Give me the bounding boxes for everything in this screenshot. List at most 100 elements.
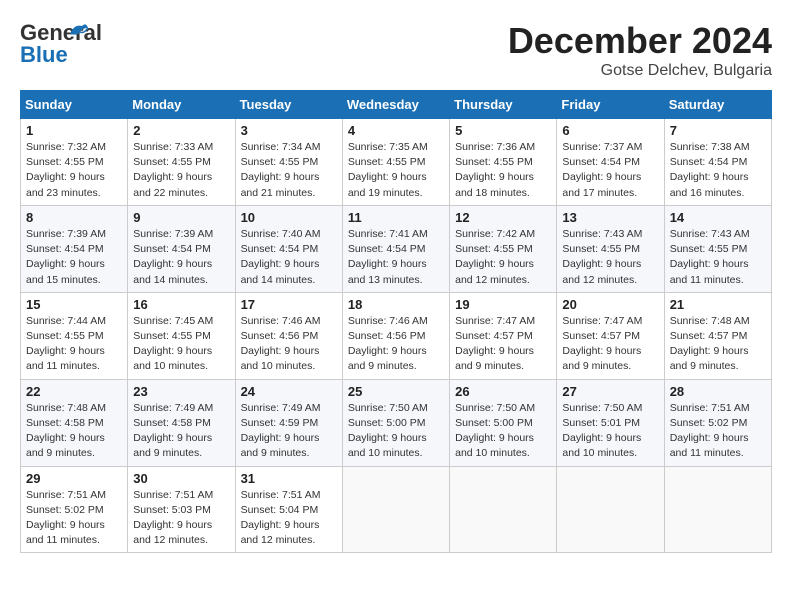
day-info: Sunrise: 7:42 AMSunset: 4:55 PMDaylight:… <box>455 228 535 286</box>
table-row: 15 Sunrise: 7:44 AMSunset: 4:55 PMDaylig… <box>21 292 128 379</box>
day-number: 24 <box>241 384 337 399</box>
day-number: 15 <box>26 297 122 312</box>
day-number: 28 <box>670 384 766 399</box>
table-row: 18 Sunrise: 7:46 AMSunset: 4:56 PMDaylig… <box>342 292 449 379</box>
table-row: 27 Sunrise: 7:50 AMSunset: 5:01 PMDaylig… <box>557 379 664 466</box>
table-row <box>557 466 664 553</box>
table-row: 1 Sunrise: 7:32 AMSunset: 4:55 PMDayligh… <box>21 119 128 206</box>
table-row: 7 Sunrise: 7:38 AMSunset: 4:54 PMDayligh… <box>664 119 771 206</box>
table-row: 12 Sunrise: 7:42 AMSunset: 4:55 PMDaylig… <box>450 205 557 292</box>
table-row: 13 Sunrise: 7:43 AMSunset: 4:55 PMDaylig… <box>557 205 664 292</box>
day-info: Sunrise: 7:51 AMSunset: 5:04 PMDaylight:… <box>241 489 321 547</box>
day-number: 1 <box>26 123 122 138</box>
day-info: Sunrise: 7:33 AMSunset: 4:55 PMDaylight:… <box>133 141 213 199</box>
day-info: Sunrise: 7:38 AMSunset: 4:54 PMDaylight:… <box>670 141 750 199</box>
day-info: Sunrise: 7:51 AMSunset: 5:02 PMDaylight:… <box>670 402 750 460</box>
day-number: 30 <box>133 471 229 486</box>
day-info: Sunrise: 7:34 AMSunset: 4:55 PMDaylight:… <box>241 141 321 199</box>
day-number: 31 <box>241 471 337 486</box>
day-number: 11 <box>348 210 444 225</box>
day-number: 22 <box>26 384 122 399</box>
day-number: 29 <box>26 471 122 486</box>
day-info: Sunrise: 7:35 AMSunset: 4:55 PMDaylight:… <box>348 141 428 199</box>
table-row: 14 Sunrise: 7:43 AMSunset: 4:55 PMDaylig… <box>664 205 771 292</box>
day-number: 12 <box>455 210 551 225</box>
day-info: Sunrise: 7:48 AMSunset: 4:58 PMDaylight:… <box>26 402 106 460</box>
header-tuesday: Tuesday <box>235 91 342 119</box>
title-area: December 2024 Gotse Delchev, Bulgaria <box>508 20 772 80</box>
day-info: Sunrise: 7:48 AMSunset: 4:57 PMDaylight:… <box>670 315 750 373</box>
table-row: 16 Sunrise: 7:45 AMSunset: 4:55 PMDaylig… <box>128 292 235 379</box>
day-number: 13 <box>562 210 658 225</box>
day-number: 23 <box>133 384 229 399</box>
table-row: 4 Sunrise: 7:35 AMSunset: 4:55 PMDayligh… <box>342 119 449 206</box>
table-row: 8 Sunrise: 7:39 AMSunset: 4:54 PMDayligh… <box>21 205 128 292</box>
logo: General Blue <box>20 20 70 62</box>
logo-blue-text: Blue <box>20 42 68 68</box>
table-row: 20 Sunrise: 7:47 AMSunset: 4:57 PMDaylig… <box>557 292 664 379</box>
calendar-week-row: 29 Sunrise: 7:51 AMSunset: 5:02 PMDaylig… <box>21 466 772 553</box>
day-info: Sunrise: 7:39 AMSunset: 4:54 PMDaylight:… <box>133 228 213 286</box>
day-number: 21 <box>670 297 766 312</box>
header: General Blue December 2024 Gotse Delchev… <box>20 20 772 80</box>
day-info: Sunrise: 7:44 AMSunset: 4:55 PMDaylight:… <box>26 315 106 373</box>
day-number: 6 <box>562 123 658 138</box>
table-row: 30 Sunrise: 7:51 AMSunset: 5:03 PMDaylig… <box>128 466 235 553</box>
table-row: 10 Sunrise: 7:40 AMSunset: 4:54 PMDaylig… <box>235 205 342 292</box>
table-row: 2 Sunrise: 7:33 AMSunset: 4:55 PMDayligh… <box>128 119 235 206</box>
table-row: 21 Sunrise: 7:48 AMSunset: 4:57 PMDaylig… <box>664 292 771 379</box>
day-number: 5 <box>455 123 551 138</box>
day-info: Sunrise: 7:47 AMSunset: 4:57 PMDaylight:… <box>562 315 642 373</box>
header-monday: Monday <box>128 91 235 119</box>
table-row: 6 Sunrise: 7:37 AMSunset: 4:54 PMDayligh… <box>557 119 664 206</box>
day-info: Sunrise: 7:41 AMSunset: 4:54 PMDaylight:… <box>348 228 428 286</box>
table-row: 17 Sunrise: 7:46 AMSunset: 4:56 PMDaylig… <box>235 292 342 379</box>
month-title: December 2024 <box>508 20 772 62</box>
day-info: Sunrise: 7:50 AMSunset: 5:01 PMDaylight:… <box>562 402 642 460</box>
day-info: Sunrise: 7:47 AMSunset: 4:57 PMDaylight:… <box>455 315 535 373</box>
table-row: 23 Sunrise: 7:49 AMSunset: 4:58 PMDaylig… <box>128 379 235 466</box>
day-number: 4 <box>348 123 444 138</box>
calendar-week-row: 8 Sunrise: 7:39 AMSunset: 4:54 PMDayligh… <box>21 205 772 292</box>
day-number: 9 <box>133 210 229 225</box>
table-row: 31 Sunrise: 7:51 AMSunset: 5:04 PMDaylig… <box>235 466 342 553</box>
table-row <box>664 466 771 553</box>
day-number: 27 <box>562 384 658 399</box>
day-number: 26 <box>455 384 551 399</box>
day-info: Sunrise: 7:50 AMSunset: 5:00 PMDaylight:… <box>455 402 535 460</box>
day-number: 17 <box>241 297 337 312</box>
table-row: 24 Sunrise: 7:49 AMSunset: 4:59 PMDaylig… <box>235 379 342 466</box>
table-row: 19 Sunrise: 7:47 AMSunset: 4:57 PMDaylig… <box>450 292 557 379</box>
header-friday: Friday <box>557 91 664 119</box>
table-row: 22 Sunrise: 7:48 AMSunset: 4:58 PMDaylig… <box>21 379 128 466</box>
calendar-table: Sunday Monday Tuesday Wednesday Thursday… <box>20 90 772 553</box>
header-sunday: Sunday <box>21 91 128 119</box>
day-number: 16 <box>133 297 229 312</box>
day-info: Sunrise: 7:51 AMSunset: 5:03 PMDaylight:… <box>133 489 213 547</box>
table-row: 25 Sunrise: 7:50 AMSunset: 5:00 PMDaylig… <box>342 379 449 466</box>
calendar-week-row: 1 Sunrise: 7:32 AMSunset: 4:55 PMDayligh… <box>21 119 772 206</box>
day-info: Sunrise: 7:32 AMSunset: 4:55 PMDaylight:… <box>26 141 106 199</box>
table-row <box>342 466 449 553</box>
day-info: Sunrise: 7:49 AMSunset: 4:59 PMDaylight:… <box>241 402 321 460</box>
day-info: Sunrise: 7:51 AMSunset: 5:02 PMDaylight:… <box>26 489 106 547</box>
table-row: 28 Sunrise: 7:51 AMSunset: 5:02 PMDaylig… <box>664 379 771 466</box>
header-thursday: Thursday <box>450 91 557 119</box>
day-number: 3 <box>241 123 337 138</box>
day-info: Sunrise: 7:43 AMSunset: 4:55 PMDaylight:… <box>562 228 642 286</box>
table-row: 9 Sunrise: 7:39 AMSunset: 4:54 PMDayligh… <box>128 205 235 292</box>
day-info: Sunrise: 7:39 AMSunset: 4:54 PMDaylight:… <box>26 228 106 286</box>
day-number: 14 <box>670 210 766 225</box>
day-info: Sunrise: 7:46 AMSunset: 4:56 PMDaylight:… <box>348 315 428 373</box>
day-info: Sunrise: 7:40 AMSunset: 4:54 PMDaylight:… <box>241 228 321 286</box>
day-info: Sunrise: 7:50 AMSunset: 5:00 PMDaylight:… <box>348 402 428 460</box>
table-row: 29 Sunrise: 7:51 AMSunset: 5:02 PMDaylig… <box>21 466 128 553</box>
day-number: 2 <box>133 123 229 138</box>
day-info: Sunrise: 7:37 AMSunset: 4:54 PMDaylight:… <box>562 141 642 199</box>
day-info: Sunrise: 7:43 AMSunset: 4:55 PMDaylight:… <box>670 228 750 286</box>
header-saturday: Saturday <box>664 91 771 119</box>
day-info: Sunrise: 7:46 AMSunset: 4:56 PMDaylight:… <box>241 315 321 373</box>
day-number: 10 <box>241 210 337 225</box>
table-row: 5 Sunrise: 7:36 AMSunset: 4:55 PMDayligh… <box>450 119 557 206</box>
day-number: 25 <box>348 384 444 399</box>
